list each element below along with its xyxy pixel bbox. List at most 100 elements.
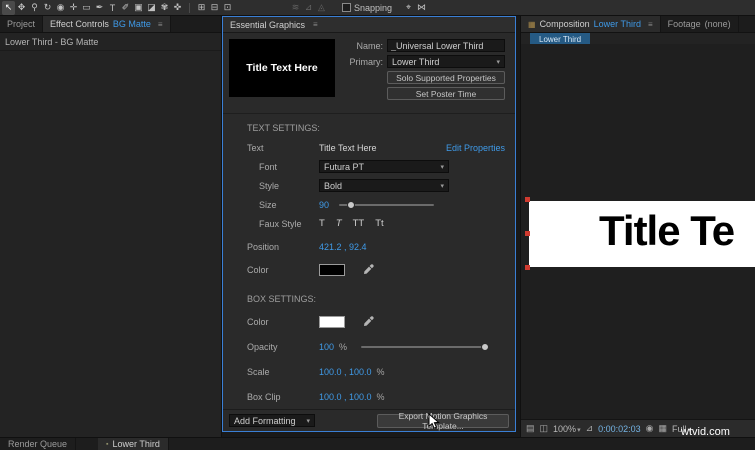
primary-comp-value: Lower Third <box>392 56 440 67</box>
clone-stamp-tool-icon[interactable]: ▣ <box>132 1 145 15</box>
panel-menu-icon[interactable]: ≡ <box>158 20 163 29</box>
puppet-pin-tool-icon[interactable]: ✜ <box>171 1 184 15</box>
timecode-display[interactable]: 0:00:02:03 <box>598 424 641 434</box>
position-value[interactable]: 421.2 , 92.4 <box>319 242 367 252</box>
tab-footage-label: Footage <box>667 19 701 29</box>
box-color-swatch[interactable] <box>319 315 345 328</box>
font-style-select[interactable]: Bold ▾ <box>319 179 449 192</box>
size-slider-knob[interactable] <box>347 200 356 209</box>
selection-tool-icon[interactable]: ↖ <box>2 0 15 15</box>
text-label: Text <box>247 142 264 153</box>
grid-view-icon[interactable]: ⊞ <box>195 1 208 15</box>
size-value[interactable]: 90 <box>319 200 329 210</box>
faux-bold-toggle[interactable]: T <box>319 218 325 229</box>
bottom-tab-bar: Render Queue ▪ Lower Third <box>0 437 755 450</box>
panel-menu-icon[interactable]: ≡ <box>648 20 653 29</box>
text-value[interactable]: Title Text Here <box>319 143 377 153</box>
name-input[interactable] <box>387 39 505 52</box>
solo-row: Solo Supported Properties <box>343 71 505 84</box>
font-family-select[interactable]: Futura PT ▾ <box>319 160 449 173</box>
tab-footage[interactable]: Footage (none) <box>661 16 739 32</box>
pan-behind-tool-icon[interactable]: ✛ <box>67 1 80 15</box>
timeline-comp-icon: ▪ <box>106 440 109 448</box>
position-row: Position 421.2 , 92.4 <box>231 240 507 253</box>
pen-tool-icon[interactable]: ✒ <box>93 1 106 15</box>
snapping-toggle[interactable]: Snapping <box>342 3 392 13</box>
lower-third-title-text[interactable]: Title Te <box>599 207 735 255</box>
opacity-slider[interactable] <box>361 342 490 351</box>
hand-tool-icon[interactable]: ✥ <box>15 1 28 15</box>
opacity-slider-knob[interactable] <box>481 342 490 351</box>
panel-layout-icon[interactable]: ⊟ <box>208 1 221 15</box>
chevron-down-icon: ▾ <box>496 58 500 66</box>
solo-supported-properties-button[interactable]: Solo Supported Properties <box>387 71 505 84</box>
eraser-tool-icon[interactable]: ◪ <box>145 1 158 15</box>
panel-menu-icon[interactable]: ≡ <box>313 20 318 29</box>
box-clip-row: Box Clip 100.0 , 100.0 % <box>231 390 507 403</box>
rotation-tool-icon[interactable]: ↻ <box>41 1 54 15</box>
primary-comp-select[interactable]: Lower Third ▾ <box>387 55 505 68</box>
opacity-value[interactable]: 100 <box>319 342 334 352</box>
tab-footage-name: (none) <box>704 19 731 29</box>
tab-composition[interactable]: ▦ Composition Lower Third ≡ <box>521 16 661 32</box>
composition-panel: ▦ Composition Lower Third ≡ Footage (non… <box>520 16 755 437</box>
safe-margins-icon[interactable]: ⊡ <box>221 1 234 15</box>
add-formatting-select[interactable]: Add Formatting ▾ <box>229 414 315 427</box>
faux-style-row: Faux Style T T TT Tt <box>231 217 507 230</box>
tab-timeline-lower-third-label: Lower Third <box>112 439 160 449</box>
export-motion-graphics-template-button[interactable]: Export Motion Graphics Template... <box>377 411 509 431</box>
set-poster-time-button[interactable]: Set Poster Time <box>387 87 505 100</box>
eyedropper-icon[interactable] <box>363 316 374 327</box>
type-tool-icon[interactable]: T <box>106 1 119 15</box>
style-label: Style <box>259 180 280 191</box>
composition-viewport[interactable]: Title Te <box>521 44 755 420</box>
selection-handle[interactable] <box>525 265 530 270</box>
camera-tool-icon[interactable]: ◉ <box>54 1 67 15</box>
project-effects-panel: Project Effect Controls BG Matte ≡ Lower… <box>0 16 222 437</box>
tab-render-queue[interactable]: Render Queue <box>0 438 77 450</box>
zoom-level-value: 100% <box>553 423 577 434</box>
zoom-tool-icon[interactable]: ⚲ <box>28 1 41 15</box>
lower-third-box-layer[interactable]: Title Te <box>529 201 755 267</box>
size-slider[interactable] <box>339 200 435 209</box>
angle-icon: ⊿ <box>304 2 313 12</box>
primary-label: Primary: <box>349 56 384 67</box>
region-of-interest-icon[interactable]: ◫ <box>540 423 549 434</box>
essential-graphics-body: Title Text Here Name: Primary: Lower Thi… <box>223 33 515 431</box>
box-color-label: Color <box>247 316 269 327</box>
small-caps-toggle[interactable]: Tt <box>375 218 383 229</box>
font-style-value: Bold <box>324 180 343 191</box>
tab-timeline-lower-third[interactable]: ▪ Lower Third <box>98 438 169 450</box>
tab-effect-controls[interactable]: Effect Controls BG Matte ≡ <box>43 16 171 32</box>
scale-value[interactable]: 100.0 , 100.0 <box>319 367 372 377</box>
snap-target-icon[interactable]: ⌖ <box>402 1 415 15</box>
selection-handle[interactable] <box>525 231 530 236</box>
snapshot-camera-icon[interactable]: ◉ <box>646 423 654 434</box>
warp-icon: ◬ <box>318 2 325 12</box>
box-clip-value[interactable]: 100.0 , 100.0 <box>319 392 372 402</box>
selection-handle[interactable] <box>525 197 530 202</box>
all-caps-toggle[interactable]: TT <box>353 218 365 229</box>
show-channel-icon[interactable]: ▦ <box>659 423 668 434</box>
tab-effect-controls-label: Effect Controls <box>50 19 109 29</box>
eyedropper-icon[interactable] <box>363 264 374 275</box>
snap-link-icon[interactable]: ⋈ <box>415 1 428 15</box>
pixel-aspect-icon[interactable]: ▤ <box>526 423 535 434</box>
master-comp-preview: Title Text Here <box>229 39 335 97</box>
magnification-icon[interactable]: ⊿ <box>586 423 594 434</box>
scale-unit: % <box>376 366 385 377</box>
essential-graphics-title: Essential Graphics <box>230 19 306 30</box>
faux-italic-toggle[interactable]: T <box>336 218 342 229</box>
brush-tool-icon[interactable]: ✐ <box>119 1 132 15</box>
roto-brush-tool-icon[interactable]: ✾ <box>158 1 171 15</box>
edit-properties-link[interactable]: Edit Properties <box>446 143 505 153</box>
left-panel-tabrow: Project Effect Controls BG Matte ≡ <box>0 16 221 33</box>
font-family-value: Futura PT <box>324 161 365 172</box>
snapping-checkbox[interactable] <box>342 3 351 12</box>
scale-row: Scale 100.0 , 100.0 % <box>231 365 507 378</box>
poster-row: Set Poster Time <box>343 87 505 100</box>
text-color-swatch[interactable] <box>319 263 345 276</box>
shape-tool-icon[interactable]: ▭ <box>80 1 93 15</box>
tab-project[interactable]: Project <box>0 16 44 32</box>
zoom-level-select[interactable]: 100%▾ <box>553 424 581 434</box>
